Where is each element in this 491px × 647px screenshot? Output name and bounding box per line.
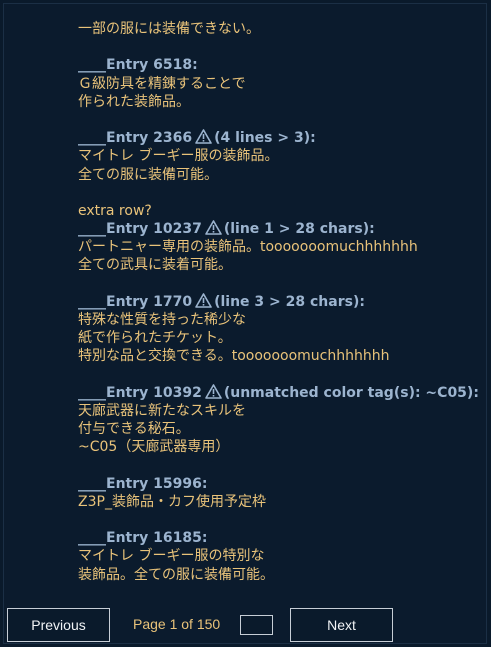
entry-title: ____Entry 15996: (78, 475, 208, 492)
entry-text-line: ~C05（天廊武器専用） (78, 439, 230, 456)
entry-text-line: 全ての服に装備可能。 (78, 166, 218, 183)
entry-header: ____Entry 6518: (78, 56, 483, 74)
entry-warning: (unmatched color tag(s): ~C05): (223, 384, 479, 401)
entry-warning: (4 lines > 3): (214, 130, 316, 147)
page-indicator: Page 1 of 150 (133, 616, 221, 632)
entry-text-line: 紙で作られたチケット。 (78, 330, 232, 347)
entry-header: ____Entry 10237 (line 1 > 28 chars): (78, 220, 483, 238)
entry-header: ____Entry 2366 (4 lines > 3): (78, 129, 483, 147)
entry-text-line: 作られた装飾品。 (78, 93, 190, 110)
warning-triangle-icon (195, 129, 212, 149)
entry-text-line: Z3P_装飾品・カフ使用予定枠 (78, 493, 266, 510)
entry-warning: (line 1 > 28 chars): (223, 221, 375, 238)
entry-header: ____Entry 1770 (line 3 > 28 chars): (78, 293, 483, 311)
entry-title: ____Entry 6518: (78, 57, 198, 74)
entry-text-line: パートニャー専用の装飾品。tooooooomuchhhhhhh (78, 239, 418, 256)
extra-row-text: extra row? (78, 202, 152, 219)
pagination-bar: Previous Page 1 of 150 Next (0, 600, 491, 647)
previous-button[interactable]: Previous (7, 608, 110, 642)
entry-title: ____Entry 1770 (78, 293, 193, 310)
entry-header: ____Entry 10392 (unmatched color tag(s): … (78, 383, 483, 404)
entry-title: ____Entry 10392 (78, 384, 202, 401)
entry-text-line: 全ての武具に装着可能。 (78, 257, 232, 274)
entry-text-line: 装飾品。全ての服に装備可能。 (78, 566, 274, 583)
warning-triangle-icon (195, 293, 212, 313)
entry-text-line: 付与できる秘石。 (78, 421, 190, 438)
entry-text-line: マイトレ ブーギー服の特別な (78, 548, 265, 565)
entry-header: ____Entry 15996: (78, 475, 483, 493)
entries-list: 一部の服には装備できない。 ____Entry 6518: Ｇ級防具を精錬すること… (78, 20, 483, 585)
intro-line: 一部の服には装備できない。 (78, 21, 260, 37)
entry-title: ____Entry 16185: (78, 530, 208, 547)
warning-triangle-icon (205, 383, 222, 404)
page-number-input[interactable] (240, 615, 273, 635)
entry-text-line: Ｇ級防具を精錬することで (78, 75, 246, 92)
entry-warning: (line 3 > 28 chars): (214, 293, 365, 310)
entry-text-line: 天廊武器に新たなスキルを (78, 402, 246, 419)
entry-text-line: 特別な品と交換できる。tooooooomuchhhhhhh (78, 348, 390, 365)
entry-title: ____Entry 2366 (78, 130, 193, 147)
entry-text-line: 特殊な性質を持った稀少な (78, 312, 246, 328)
next-button[interactable]: Next (290, 608, 393, 642)
entry-title: ____Entry 10237 (78, 221, 202, 238)
entry-header: ____Entry 16185: (78, 529, 483, 547)
entry-text-line: マイトレ ブーギー服の装飾品。 (78, 148, 279, 165)
warning-triangle-icon (205, 220, 222, 240)
entries-container: ____Entry 6518: Ｇ級防具を精錬することで 作られた装飾品。 ____E… (78, 56, 483, 585)
